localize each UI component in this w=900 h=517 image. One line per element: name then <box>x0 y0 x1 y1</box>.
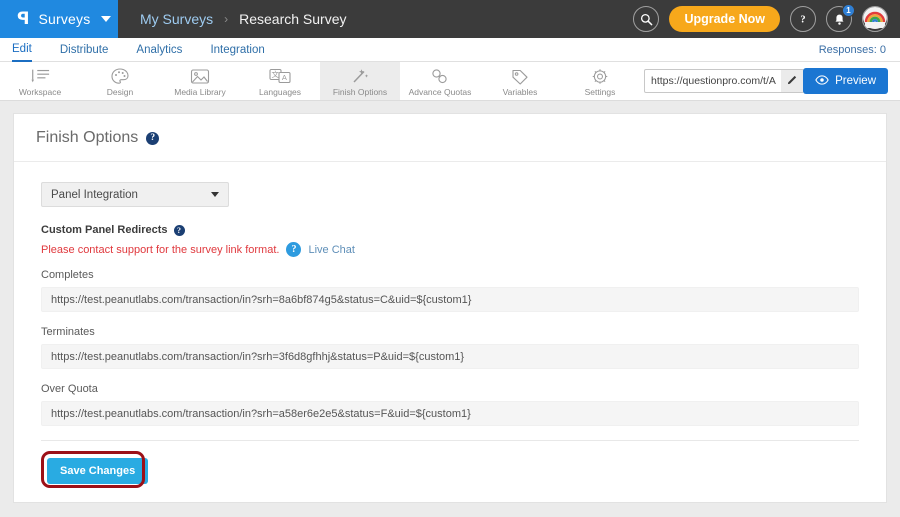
responses-count: Responses: 0 <box>819 44 886 56</box>
terminates-field-group: Terminates https://test.peanutlabs.com/t… <box>41 326 859 369</box>
eye-icon <box>815 75 829 88</box>
toolbar-item-advance-quotas[interactable]: Advance Quotas <box>400 62 480 100</box>
survey-url-value: https://questionpro.com/t/A <box>645 75 781 87</box>
questionpro-logo-icon: P <box>17 11 29 28</box>
svg-text:?: ? <box>800 15 805 26</box>
pencil-icon <box>787 72 798 90</box>
palette-icon <box>111 68 129 85</box>
over-quota-input[interactable]: https://test.peanutlabs.com/transaction/… <box>41 401 859 426</box>
support-warning-text: Please contact support for the survey li… <box>41 244 279 256</box>
completes-input[interactable]: https://test.peanutlabs.com/transaction/… <box>41 287 859 312</box>
support-warning-row: Please contact support for the survey li… <box>41 242 859 257</box>
upgrade-now-button[interactable]: Upgrade Now <box>669 6 780 32</box>
toolbar-item-workspace[interactable]: Workspace <box>0 62 80 100</box>
toolbar-label-design: Design <box>107 87 133 97</box>
svg-text:A: A <box>282 73 287 82</box>
tag-icon <box>511 68 529 85</box>
workspace-icon <box>30 68 50 85</box>
breadcrumb-separator-icon: › <box>224 12 228 26</box>
image-icon <box>190 68 210 85</box>
completes-field-group: Completes https://test.peanutlabs.com/tr… <box>41 269 859 312</box>
tab-integration[interactable]: Integration <box>210 39 264 61</box>
avatar-icon <box>863 6 887 32</box>
search-button[interactable] <box>633 6 659 32</box>
survey-url-field[interactable]: https://questionpro.com/t/A <box>644 69 804 93</box>
section-tab-bar: Edit Distribute Analytics Integration Re… <box>0 38 900 62</box>
toolbar-label-languages: Languages <box>259 87 301 97</box>
card-header: Finish Options ? <box>14 114 886 162</box>
avatar[interactable] <box>862 6 888 32</box>
toolbar-label-workspace: Workspace <box>19 87 61 97</box>
toolbar-item-media-library[interactable]: Media Library <box>160 62 240 100</box>
preview-label: Preview <box>835 75 876 87</box>
question-circle-icon[interactable]: ? <box>174 225 185 236</box>
notification-badge: 1 <box>842 4 855 17</box>
brand-label: Surveys <box>38 11 90 27</box>
top-bar-actions: Upgrade Now ? 1 <box>633 0 888 38</box>
panel-integration-select[interactable]: Panel Integration <box>41 182 229 207</box>
question-mark-icon: ? <box>796 12 810 26</box>
toolbar-item-languages[interactable]: 文 A Languages <box>240 62 320 100</box>
terminates-label: Terminates <box>41 326 859 338</box>
magic-wand-icon <box>351 68 370 85</box>
terminates-input[interactable]: https://test.peanutlabs.com/transaction/… <box>41 344 859 369</box>
toolbar-item-design[interactable]: Design <box>80 62 160 100</box>
svg-text:文: 文 <box>272 69 280 79</box>
custom-panel-redirects-heading: Custom Panel Redirects ? <box>41 224 859 236</box>
breadcrumb-my-surveys[interactable]: My Surveys <box>140 11 213 27</box>
breadcrumb: My Surveys › Research Survey <box>140 11 347 27</box>
toolbar-label-advance-quotas: Advance Quotas <box>409 87 472 97</box>
page-title: Finish Options <box>36 129 138 147</box>
question-circle-icon[interactable]: ? <box>286 242 301 257</box>
tab-edit[interactable]: Edit <box>12 38 32 62</box>
chevron-down-icon <box>101 16 111 22</box>
edit-url-button[interactable] <box>781 70 803 92</box>
edit-toolbar: Workspace Design Media Library <box>0 62 900 101</box>
tab-distribute[interactable]: Distribute <box>60 39 109 61</box>
translate-icon: 文 A <box>269 68 291 85</box>
toolbar-label-finish-options: Finish Options <box>333 87 387 97</box>
preview-button[interactable]: Preview <box>803 68 888 94</box>
toolbar-label-variables: Variables <box>503 87 538 97</box>
gear-icon <box>591 68 609 85</box>
finish-options-card: Finish Options ? Panel Integration Custo… <box>13 113 887 503</box>
notifications-button[interactable]: 1 <box>826 6 852 32</box>
panel-integration-selected-value: Panel Integration <box>51 189 138 201</box>
tab-analytics[interactable]: Analytics <box>136 39 182 61</box>
brand-surveys-menu[interactable]: P Surveys <box>0 0 118 38</box>
toolbar-item-finish-options[interactable]: Finish Options <box>320 62 400 100</box>
over-quota-field-group: Over Quota https://test.peanutlabs.com/t… <box>41 383 859 426</box>
page-content: Finish Options ? Panel Integration Custo… <box>0 101 900 516</box>
custom-panel-redirects-label: Custom Panel Redirects <box>41 224 168 236</box>
save-changes-button[interactable]: Save Changes <box>47 458 148 484</box>
completes-label: Completes <box>41 269 859 281</box>
card-body: Panel Integration Custom Panel Redirects… <box>14 162 886 484</box>
toolbar-item-settings[interactable]: Settings <box>560 62 640 100</box>
breadcrumb-current-survey: Research Survey <box>239 11 346 27</box>
toolbar-label-settings: Settings <box>585 87 616 97</box>
toolbar-item-variables[interactable]: Variables <box>480 62 560 100</box>
help-button[interactable]: ? <box>790 6 816 32</box>
toolbar-label-media-library: Media Library <box>174 87 226 97</box>
search-icon <box>640 13 653 26</box>
live-chat-link[interactable]: Live Chat <box>308 244 354 256</box>
top-navigation-bar: P Surveys My Surveys › Research Survey U… <box>0 0 900 38</box>
question-circle-icon[interactable]: ? <box>146 132 159 145</box>
chevron-down-icon <box>211 192 219 197</box>
over-quota-label: Over Quota <box>41 383 859 395</box>
save-area: Save Changes <box>41 441 859 484</box>
chain-link-icon <box>430 68 450 85</box>
